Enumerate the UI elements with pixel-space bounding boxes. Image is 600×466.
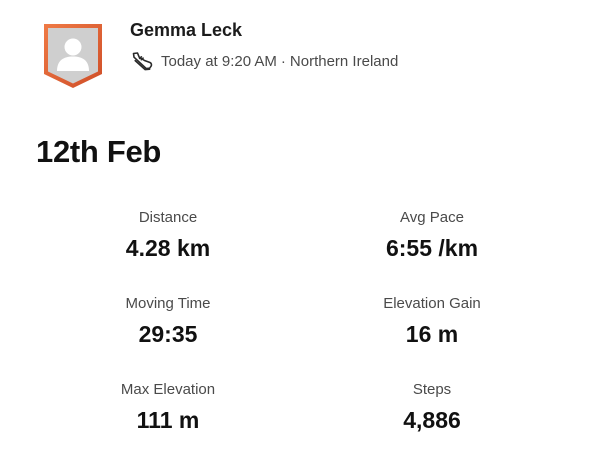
stat-value: 4,886 [403, 407, 461, 433]
run-shoe-icon [130, 51, 154, 71]
stat-label: Distance [138, 209, 198, 226]
stat-value: 29:35 [138, 321, 198, 347]
meta-separator: · [280, 52, 286, 70]
stat-value: 4.28 km [125, 235, 211, 261]
activity-meta: Today at 9:20 AM · Northern Ireland [130, 50, 398, 72]
activity-header: Gemma Leck Today at 9:20 AM · Northern I… [0, 0, 600, 110]
stat-label: Max Elevation [120, 381, 216, 398]
stats-grid: Distance 4.28 km Avg Pace 6:55 /km Movin… [36, 208, 564, 466]
activity-title[interactable]: 12th Feb [36, 134, 161, 170]
stat-value: 6:55 /km [385, 235, 479, 261]
stat-distance: Distance 4.28 km [36, 208, 300, 294]
stat-avg-pace: Avg Pace 6:55 /km [300, 208, 564, 294]
stat-moving-time: Moving Time 29:35 [36, 294, 300, 380]
stat-label: Avg Pace [400, 209, 464, 226]
athlete-avatar[interactable] [42, 22, 104, 90]
activity-location: Northern Ireland [289, 52, 399, 70]
stat-max-elevation: Max Elevation 111 m [36, 380, 300, 466]
stat-value: 16 m [405, 321, 459, 347]
stat-value: 111 m [136, 407, 200, 433]
stat-elevation-gain: Elevation Gain 16 m [300, 294, 564, 380]
activity-time: Today at 9:20 AM [161, 52, 277, 70]
stat-label: Moving Time [125, 295, 211, 312]
stat-label: Steps [412, 381, 452, 398]
default-avatar-icon [44, 24, 102, 88]
stat-label: Elevation Gain [383, 295, 481, 312]
stat-steps: Steps 4,886 [300, 380, 564, 466]
athlete-name[interactable]: Gemma Leck [130, 20, 242, 41]
